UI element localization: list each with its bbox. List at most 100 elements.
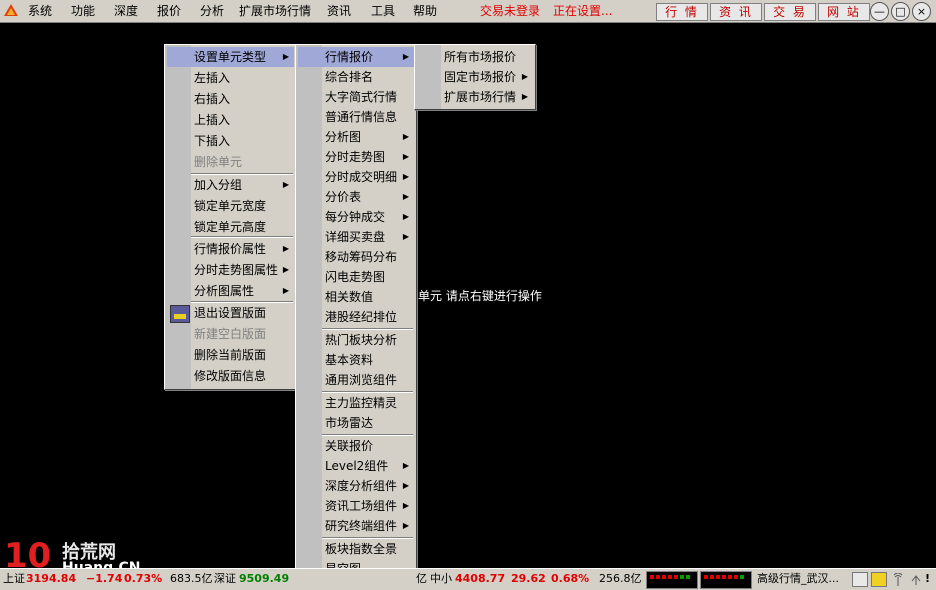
menu2-item[interactable]: 基本资料 [298,350,414,370]
menu-help[interactable]: 帮助 [413,3,437,19]
menu1-item-label: 上插入 [194,113,231,127]
menu2-item[interactable]: 市场雷达 [298,413,414,433]
menu1-item[interactable]: 左插入 [167,68,294,88]
menu-tools[interactable]: 工具 [371,3,395,19]
app-logo-icon [4,4,18,16]
menu2-item[interactable]: 移动筹码分布 [298,247,414,267]
menu3-item[interactable]: 所有市场报价 [417,47,533,67]
menu2-item[interactable]: 板块指数全景 [298,539,414,559]
menu3-item[interactable]: 扩展市场行情 ▶ [417,87,533,107]
menu2-item[interactable]: 分析图 ▶ [298,127,414,147]
menu1-item-label: 行情报价属性 [194,242,267,256]
menu2-item[interactable]: 通用浏览组件 [298,370,414,390]
server-name[interactable]: 高级行情_武汉... [757,572,839,586]
zx-change: 29.62 [511,572,546,585]
sh-index[interactable]: 3194.84 [26,572,76,586]
unit-type-submenu: 行情报价 ▶ 综合排名大字简式行情普通行情信息分析图 ▶ 分时走势图 ▶ 分时成交明细 ▶ 分价… [295,44,417,580]
zx-index[interactable]: 4408.77 [455,572,505,586]
zx-percent: 0.68% [551,572,590,585]
menu-news[interactable]: 资讯 [327,3,351,19]
submenu-arrow-icon: ▶ [402,212,409,221]
menu1-item-label: 下插入 [194,134,231,148]
menu1-item[interactable]: 设置单元类型 ▶ [167,47,294,67]
menu-depth[interactable]: 深度 [114,3,138,19]
menu2-item[interactable]: 综合排名 [298,67,414,87]
menu1-item-label: 锁定单元高度 [194,220,267,234]
menu2-item[interactable]: 资讯工场组件 ▶ [298,496,414,516]
menu2-item[interactable]: 分价表 ▶ [298,187,414,207]
menu2-item[interactable]: 热门板块分析 [298,330,414,350]
market-breadth-bar-2 [700,571,752,589]
upload-icon[interactable] [908,572,924,587]
empty-unit-hint: 单元 请点右键进行操作 [418,289,542,303]
trade-button[interactable]: 交 易 [764,3,816,21]
menu1-item[interactable]: 右插入 [167,89,294,109]
alert-icon[interactable]: ! [925,572,930,586]
menu1-item[interactable]: 行情报价属性 ▶ [167,239,294,259]
sz-label: 深证 [214,572,236,585]
menu2-item-label: 普通行情信息 [325,110,398,124]
submenu-arrow-icon: ▶ [402,172,409,181]
menu2-item-label: 深度分析组件 [325,479,398,493]
menu1-item-label: 设置单元类型 [194,50,267,64]
menu-quote[interactable]: 报价 [157,3,181,19]
menu2-item[interactable]: 普通行情信息 [298,107,414,127]
menu-function[interactable]: 功能 [71,3,95,19]
menu2-item[interactable]: 关联报价 [298,436,414,456]
close-button[interactable]: × [912,2,931,21]
menu1-item[interactable]: 分时走势图属性 ▶ [167,260,294,280]
menu1-item[interactable]: 锁定单元宽度 [167,196,294,216]
menu2-item-label: 市场雷达 [325,416,374,430]
menu2-item[interactable]: 分时成交明细 ▶ [298,167,414,187]
menu2-item[interactable]: 主力监控精灵 [298,393,414,413]
menu2-item[interactable]: 港股经纪排位 [298,307,414,327]
menu1-item[interactable]: 分析图属性 ▶ [167,281,294,301]
menu1-item[interactable]: 锁定单元高度 [167,217,294,237]
zx-amount: 256.8亿 [599,572,642,585]
menu2-item-label: 综合排名 [325,70,374,84]
menu2-item[interactable]: 研究终端组件 ▶ [298,516,414,536]
menu2-item[interactable]: 大字简式行情 [298,87,414,107]
menu2-item[interactable]: Level2组件 ▶ [298,456,414,476]
sh-change: −1.74 [86,572,123,585]
trade-login-status[interactable]: 交易未登录 [480,3,540,19]
menu-extended-market[interactable]: 扩展市场行情 [239,3,311,19]
submenu-arrow-icon: ▶ [402,132,409,141]
menu1-item[interactable]: 修改版面信息 [167,366,294,386]
sh-amount: 683.5亿 [170,572,213,585]
menu3-item[interactable]: 固定市场报价 ▶ [417,67,533,87]
menu1-item[interactable]: 退出设置版面 [167,303,294,323]
sh-percent: 0.73% [124,572,163,585]
website-button[interactable]: 网 站 [818,3,870,21]
sz-index[interactable]: 9509.49 [239,572,289,586]
quote-button[interactable]: 行 情 [656,3,708,21]
mail-icon[interactable] [852,572,868,587]
menu2-item-label: 研究终端组件 [325,519,398,533]
submenu-arrow-icon: ▶ [282,286,289,295]
menu1-item[interactable]: 删除当前版面 [167,345,294,365]
maximize-button[interactable]: □ [891,2,910,21]
lock-icon[interactable] [871,572,887,587]
minimize-button[interactable]: — [870,2,889,21]
menu2-item[interactable]: 闪电走势图 [298,267,414,287]
menu2-item[interactable]: 相关数值 [298,287,414,307]
menu1-item[interactable]: 加入分组 ▶ [167,175,294,195]
menu1-item[interactable]: 下插入 [167,131,294,151]
menu2-item[interactable]: 行情报价 ▶ [298,47,414,67]
exit-layout-icon [170,305,190,323]
menu2-item[interactable]: 深度分析组件 ▶ [298,476,414,496]
submenu-arrow-icon: ▶ [402,52,409,61]
menu2-item[interactable]: 详细买卖盘 ▶ [298,227,414,247]
menu-system[interactable]: 系统 [28,3,52,19]
menu1-item-label: 退出设置版面 [194,306,267,320]
menu2-item-label: 通用浏览组件 [325,373,398,387]
menu1-item[interactable]: 上插入 [167,110,294,130]
signal-icon[interactable] [890,572,906,587]
menu2-item[interactable]: 分时走势图 ▶ [298,147,414,167]
menu-separator [191,301,293,303]
menu-analysis[interactable]: 分析 [200,3,224,19]
menu1-item-label: 锁定单元宽度 [194,199,267,213]
menu2-item-label: 详细买卖盘 [325,230,386,244]
menu2-item[interactable]: 每分钟成交 ▶ [298,207,414,227]
news-button[interactable]: 资 讯 [710,3,762,21]
